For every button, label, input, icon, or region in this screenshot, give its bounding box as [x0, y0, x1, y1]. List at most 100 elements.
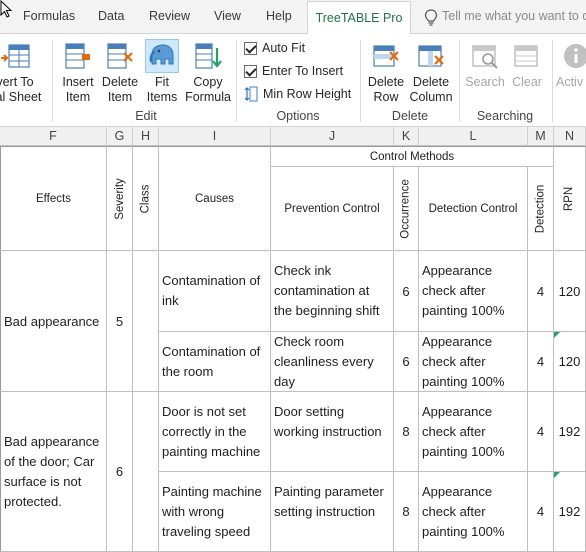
column-header-g[interactable]: G — [107, 127, 133, 146]
header-class-text: Class — [139, 184, 152, 213]
prevention-cell[interactable]: Painting parameter setting instruction — [271, 472, 394, 552]
enter-to-insert-checkbox[interactable]: Enter To Insert — [244, 64, 343, 78]
header-detection-text: Detection — [534, 184, 547, 233]
rpn-cell[interactable]: 120 — [554, 332, 586, 392]
column-header-n[interactable]: N — [554, 127, 586, 146]
insert-item-button[interactable]: Insert Item — [58, 40, 98, 105]
convert-to-normal-sheet-button[interactable]: vert To nal Sheet — [0, 40, 44, 105]
tab-data[interactable]: Data — [98, 9, 124, 23]
group-separator — [360, 40, 361, 122]
column-header-i[interactable]: I — [159, 127, 271, 146]
detection-control-cell[interactable]: Appearance check after painting 100% — [419, 472, 528, 552]
header-detection-control[interactable]: Detection Control — [419, 167, 528, 251]
auto-fit-checkbox[interactable]: Auto Fit — [244, 41, 305, 55]
class-cell[interactable] — [133, 392, 159, 552]
occurrence-cell[interactable]: 6 — [394, 251, 419, 332]
activate-info-icon — [564, 44, 586, 68]
tell-me-placeholder: Tell me what you want to do — [442, 9, 586, 23]
tab-treetable-pro[interactable]: TreeTABLE Pro — [307, 1, 411, 35]
clear-button[interactable]: Clear — [508, 40, 546, 90]
copy-formula-button[interactable]: Copy Formula — [184, 40, 232, 105]
detection-cell[interactable]: 4 — [528, 332, 554, 392]
detection-control-text: Appearance check after painting 100% — [422, 484, 505, 539]
rpn-cell[interactable]: 120 — [554, 251, 586, 332]
delete-item-line2: Item — [107, 90, 133, 104]
occurrence-cell[interactable]: 6 — [394, 332, 419, 392]
severity-cell[interactable]: 6 — [107, 392, 133, 552]
header-rpn[interactable]: RPN — [554, 146, 586, 251]
occurrence-cell[interactable]: 8 — [394, 392, 419, 472]
delete-row-line2: Row — [373, 90, 399, 104]
header-severity[interactable]: Severity — [107, 146, 133, 251]
cause-cell[interactable]: Contamination of ink — [159, 251, 271, 332]
cause-text: Contamination of ink — [162, 273, 261, 308]
cause-cell[interactable]: Painting machine with wrong traveling sp… — [159, 472, 271, 552]
delete-item-icon — [107, 43, 133, 69]
prevention-cell[interactable]: Check ink contamination at the beginning… — [271, 251, 394, 332]
detection-value: 4 — [536, 283, 545, 299]
auto-fit-label: Auto Fit — [262, 41, 306, 55]
activate-button[interactable]: Activ — [556, 40, 586, 90]
header-control-methods[interactable]: Control Methods — [271, 146, 554, 167]
tab-formulas[interactable]: Formulas — [23, 9, 75, 23]
formula-indicator-icon — [554, 472, 560, 478]
lightbulb-icon — [424, 9, 438, 26]
convert-sheet-icon — [1, 44, 30, 68]
clear-icon — [514, 45, 538, 67]
column-header-l[interactable]: L — [419, 127, 528, 146]
header-effects[interactable]: Effects — [0, 146, 107, 251]
group-separator — [552, 40, 553, 122]
convert-label-line1: vert To — [0, 75, 34, 89]
detection-control-cell[interactable]: Appearance check after painting 100% — [419, 392, 528, 472]
search-button[interactable]: Search — [464, 40, 506, 90]
tab-review[interactable]: Review — [149, 9, 190, 23]
fit-items-button[interactable]: Fit Items — [143, 39, 181, 105]
severity-cell[interactable]: 5 — [107, 251, 133, 392]
header-prevention-control[interactable]: Prevention Control — [271, 167, 394, 251]
group-label-searching: Searching — [476, 109, 534, 123]
min-row-height-button[interactable]: Min Row Height — [244, 86, 351, 102]
min-row-height-label: Min Row Height — [263, 87, 352, 101]
tab-view[interactable]: View — [214, 9, 241, 23]
header-class[interactable]: Class — [133, 146, 159, 251]
header-detection-control-text: Detection Control — [428, 202, 518, 215]
cause-text: Door is not set correctly in the paintin… — [162, 404, 261, 459]
tab-help[interactable]: Help — [266, 9, 292, 23]
tell-me-search[interactable]: Tell me what you want to do — [422, 6, 586, 28]
column-header-j[interactable]: J — [271, 127, 394, 146]
header-occurrence[interactable]: Occurrence — [394, 167, 419, 251]
rpn-cell[interactable]: 192 — [554, 472, 586, 552]
class-cell[interactable] — [133, 251, 159, 392]
column-header-m[interactable]: M — [528, 127, 554, 146]
insert-item-icon — [65, 43, 90, 69]
detection-control-cell[interactable]: Appearance check after painting 100% — [419, 332, 528, 392]
severity-value: 5 — [115, 313, 124, 329]
cause-cell[interactable]: Contamination of the room — [159, 332, 271, 392]
detection-cell[interactable]: 4 — [528, 472, 554, 552]
cause-cell[interactable]: Door is not set correctly in the paintin… — [159, 392, 271, 472]
header-causes[interactable]: Causes — [159, 146, 271, 251]
effect-cell[interactable]: Bad appearance — [0, 251, 107, 392]
delete-column-button[interactable]: Delete Column — [408, 40, 454, 105]
detection-value: 4 — [536, 504, 545, 519]
detection-control-text: Appearance check after painting 100% — [422, 334, 505, 389]
rpn-value: 120 — [558, 283, 581, 299]
delete-row-button[interactable]: Delete Row — [366, 40, 406, 105]
detection-cell[interactable]: 4 — [528, 251, 554, 332]
detection-control-cell[interactable]: Appearance check after painting 100% — [419, 251, 528, 332]
delete-item-button[interactable]: Delete Item — [100, 40, 140, 105]
prevention-cell[interactable]: Door setting working instruction — [271, 392, 394, 472]
group-separator — [236, 40, 237, 122]
delete-item-line1: Delete — [101, 75, 139, 89]
effect-cell[interactable]: Bad appearance of the door; Car surface … — [0, 392, 107, 552]
prevention-cell[interactable]: Check room cleanliness every day — [271, 332, 394, 392]
column-header-k[interactable]: K — [394, 127, 419, 146]
detection-control-text: Appearance check after painting 100% — [422, 263, 505, 318]
column-header-f[interactable]: F — [0, 127, 107, 146]
rpn-cell[interactable]: 192 — [554, 392, 586, 472]
occurrence-cell[interactable]: 8 — [394, 472, 419, 552]
column-header-h[interactable]: H — [133, 127, 159, 146]
header-detection[interactable]: Detection — [528, 167, 554, 251]
enter-to-insert-label: Enter To Insert — [262, 64, 344, 78]
detection-cell[interactable]: 4 — [528, 392, 554, 472]
